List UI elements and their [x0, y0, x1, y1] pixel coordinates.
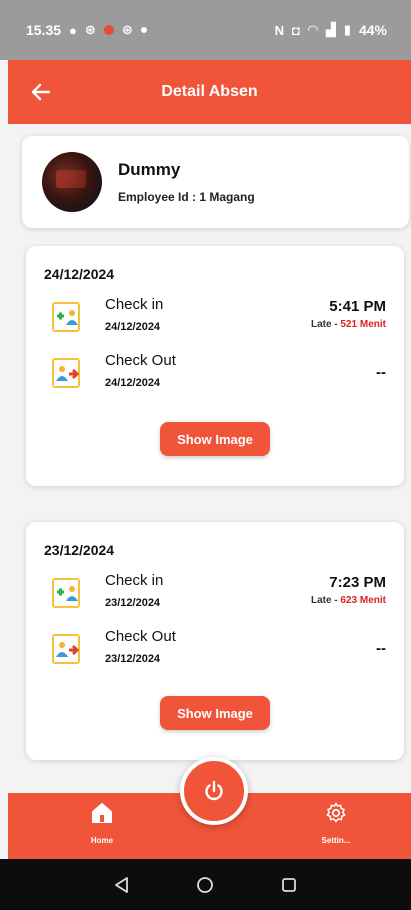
app-notification-icon: ⊛ — [84, 22, 96, 37]
check-out-time: -- — [376, 364, 386, 381]
check-out-icon — [52, 358, 80, 388]
check-in-icon — [52, 302, 80, 332]
triangle-back-icon — [114, 876, 128, 893]
circle-home-icon — [197, 876, 214, 893]
late-label: Late - — [310, 595, 338, 606]
show-image-button[interactable]: Show Image — [160, 696, 270, 730]
system-home-button[interactable] — [190, 870, 220, 900]
check-out-row: Check Out 24/12/2024 -- — [44, 352, 386, 408]
chat-icon: ● — [69, 22, 77, 38]
check-in-row: Check in 24/12/2024 5:41 PM Late - 521 M… — [44, 296, 386, 352]
late-minutes: 623 Menit — [340, 595, 386, 606]
status-right: N ◘ ◠ ▟ ▮ 44% — [275, 22, 387, 38]
late-label: Late - — [310, 319, 338, 330]
attendance-date: 24/12/2024 — [44, 266, 115, 282]
nav-home[interactable]: Home — [74, 801, 130, 845]
check-in-row: Check in 23/12/2024 7:23 PM Late - 623 M… — [44, 572, 386, 628]
system-recents-button[interactable] — [274, 870, 304, 900]
check-out-time: -- — [376, 640, 386, 657]
wifi-icon: ◠ — [307, 22, 318, 37]
nav-home-label: Home — [90, 836, 114, 845]
avatar — [42, 152, 102, 212]
nfc-icon: N — [274, 22, 284, 38]
status-left: 15.35 ● ⊛ ⊛ — [26, 22, 147, 38]
check-out-icon — [52, 634, 80, 664]
attendance-date: 23/12/2024 — [44, 542, 115, 558]
employee-id-value: 1 Magang — [199, 190, 255, 204]
check-out-label: Check Out — [105, 352, 176, 369]
check-in-time: 5:41 PM — [329, 298, 386, 315]
employee-id-line: Employee Id : 1 Magang — [118, 190, 255, 204]
late-status: Late - 623 Menit — [311, 595, 386, 606]
check-in-date: 24/12/2024 — [105, 321, 161, 333]
app-notification-icon-2: ⊛ — [121, 22, 133, 37]
app-bar: Detail Absen — [8, 60, 411, 124]
check-in-label: Check in — [105, 572, 164, 589]
battery-percent: 44% — [358, 22, 387, 38]
gear-icon — [326, 802, 346, 823]
battery-icon: ▮ — [343, 22, 351, 37]
system-nav-bar — [0, 859, 411, 910]
recording-icon — [103, 25, 114, 35]
status-time: 15.35 — [26, 22, 62, 38]
home-icon — [92, 803, 112, 823]
attendance-card: 23/12/2024 Check in 23/12/2024 7:23 PM L… — [26, 522, 404, 760]
late-status: Late - 521 Menit — [311, 319, 386, 330]
attendance-card: 24/12/2024 Check in 24/12/2024 5:41 PM L… — [26, 246, 404, 486]
vibrate-icon: ◘ — [291, 22, 300, 38]
check-in-label: Check in — [105, 296, 164, 313]
check-in-time: 7:23 PM — [329, 574, 386, 591]
power-icon — [205, 780, 223, 801]
system-back-button[interactable] — [107, 870, 137, 900]
check-out-date: 24/12/2024 — [105, 377, 161, 389]
late-minutes: 521 Menit — [340, 319, 386, 330]
signal-icon: ▟ — [325, 22, 336, 37]
status-bar: 15.35 ● ⊛ ⊛ N ◘ ◠ ▟ ▮ 44% — [0, 0, 411, 60]
profile-info: Dummy Employee Id : 1 Magang — [118, 160, 255, 204]
check-out-label: Check Out — [105, 628, 176, 645]
back-button[interactable] — [26, 77, 56, 107]
check-in-icon — [52, 578, 80, 608]
profile-card: Dummy Employee Id : 1 Magang — [22, 136, 409, 228]
power-button[interactable] — [180, 757, 248, 825]
square-recents-icon — [282, 877, 297, 892]
arrow-left-icon — [31, 83, 51, 101]
more-notifications-icon — [140, 27, 147, 33]
check-in-date: 23/12/2024 — [105, 597, 161, 609]
check-out-date: 23/12/2024 — [105, 653, 161, 665]
nav-settings-label: Settin... — [321, 836, 351, 845]
check-out-row: Check Out 23/12/2024 -- — [44, 628, 386, 684]
employee-name: Dummy — [118, 160, 181, 179]
page-title: Detail Absen — [161, 83, 258, 100]
nav-settings[interactable]: Settin... — [308, 801, 364, 845]
employee-id-label: Employee Id : — [118, 190, 197, 204]
show-image-button[interactable]: Show Image — [160, 422, 270, 456]
